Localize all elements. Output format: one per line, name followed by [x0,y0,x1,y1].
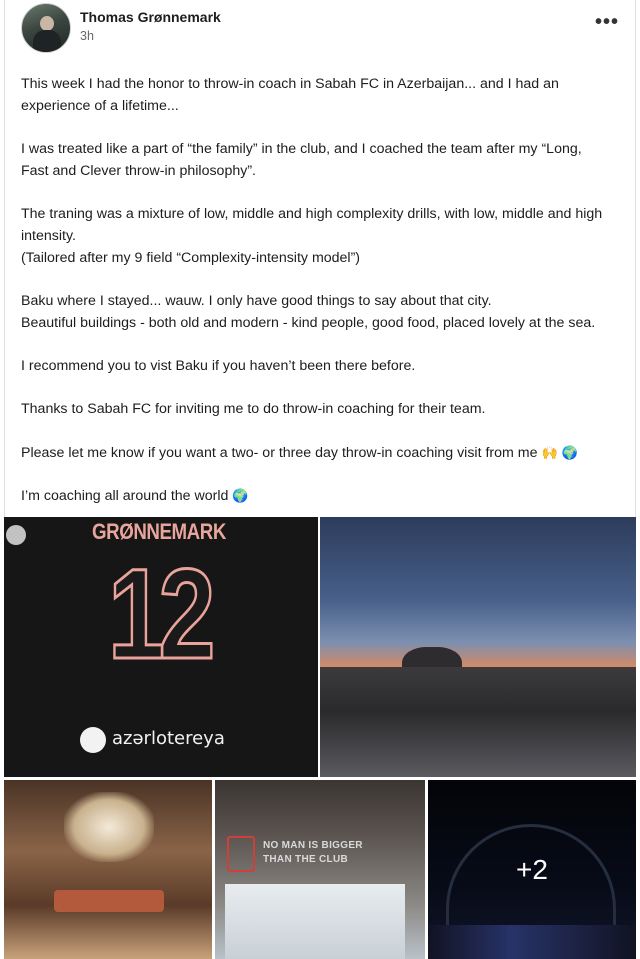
globe-icon: 🌍 [232,489,249,505]
chandelier [64,792,154,862]
photo-hotel-lobby[interactable] [4,780,212,959]
reception-desk [225,884,405,959]
paragraph-text: Please let me know if you want a two- or… [21,444,538,461]
jersey-sponsor: azərlotereya [112,728,225,749]
photo-gallery: GRØNNEMARK 12 azərlotereya NO MAN IS BIG… [4,517,636,959]
jersey-tag [6,525,26,545]
club-slogan-line1: NO MAN IS BIGGER [263,840,363,851]
post-timestamp[interactable]: 3h [80,29,94,43]
post-header: Thomas Grønnemark 3h ••• [21,3,633,53]
paragraph-line: (Tailored after my 9 field “Complexity-i… [21,249,361,266]
paragraph-line: Please let me know if you want a two- or… [21,443,631,465]
club-logo-icon [227,836,255,872]
paragraph-line: Thanks to Sabah FC for inviting me to do… [21,401,486,418]
sponsor-logo-icon [80,727,106,753]
more-options-icon[interactable]: ••• [595,12,619,32]
photo-club-reception[interactable]: NO MAN IS BIGGER THAN THE CLUB [215,780,425,959]
paragraph-line: Fast and Clever throw-in philosophy”. [21,162,256,179]
paragraph-line: intensity. [21,227,76,244]
jersey-number: 12 [107,543,217,686]
paragraph-line: I’m coaching all around the world 🌍 [21,486,631,508]
avatar-head [40,16,54,31]
avatar-body [33,30,61,52]
city-silhouette [320,667,636,777]
raised-hands-icon: 🙌 [541,445,558,461]
lobby-sofa [54,890,164,912]
paragraph-line: I was treated like a part of “the family… [21,141,582,158]
paragraph-line: I recommend you to vist Baku if you have… [21,358,416,375]
paragraph-line: Baku where I stayed... wauw. I only have… [21,292,492,309]
paragraph-line: experience of a lifetime... [21,97,179,114]
post-body: This week I had the honor to throw-in co… [21,74,631,508]
paragraph-line: Beautiful buildings - both old and moder… [21,314,596,331]
photo-night-building[interactable]: +2 [428,780,636,959]
paragraph-text: I’m coaching all around the world [21,488,229,505]
club-slogan-line2: THAN THE CLUB [263,854,349,865]
photo-sunset-city[interactable] [320,517,636,777]
photo-jersey[interactable]: GRØNNEMARK 12 azərlotereya [4,517,318,777]
more-photos-overlay[interactable]: +2 [428,780,636,959]
author-name[interactable]: Thomas Grønnemark [80,9,221,25]
avatar[interactable] [21,3,71,53]
paragraph-line: The traning was a mixture of low, middle… [21,206,603,223]
jersey-name: GRØNNEMARK [92,519,226,544]
globe-icon: 🌍 [561,445,578,461]
paragraph-line: This week I had the honor to throw-in co… [21,76,559,92]
